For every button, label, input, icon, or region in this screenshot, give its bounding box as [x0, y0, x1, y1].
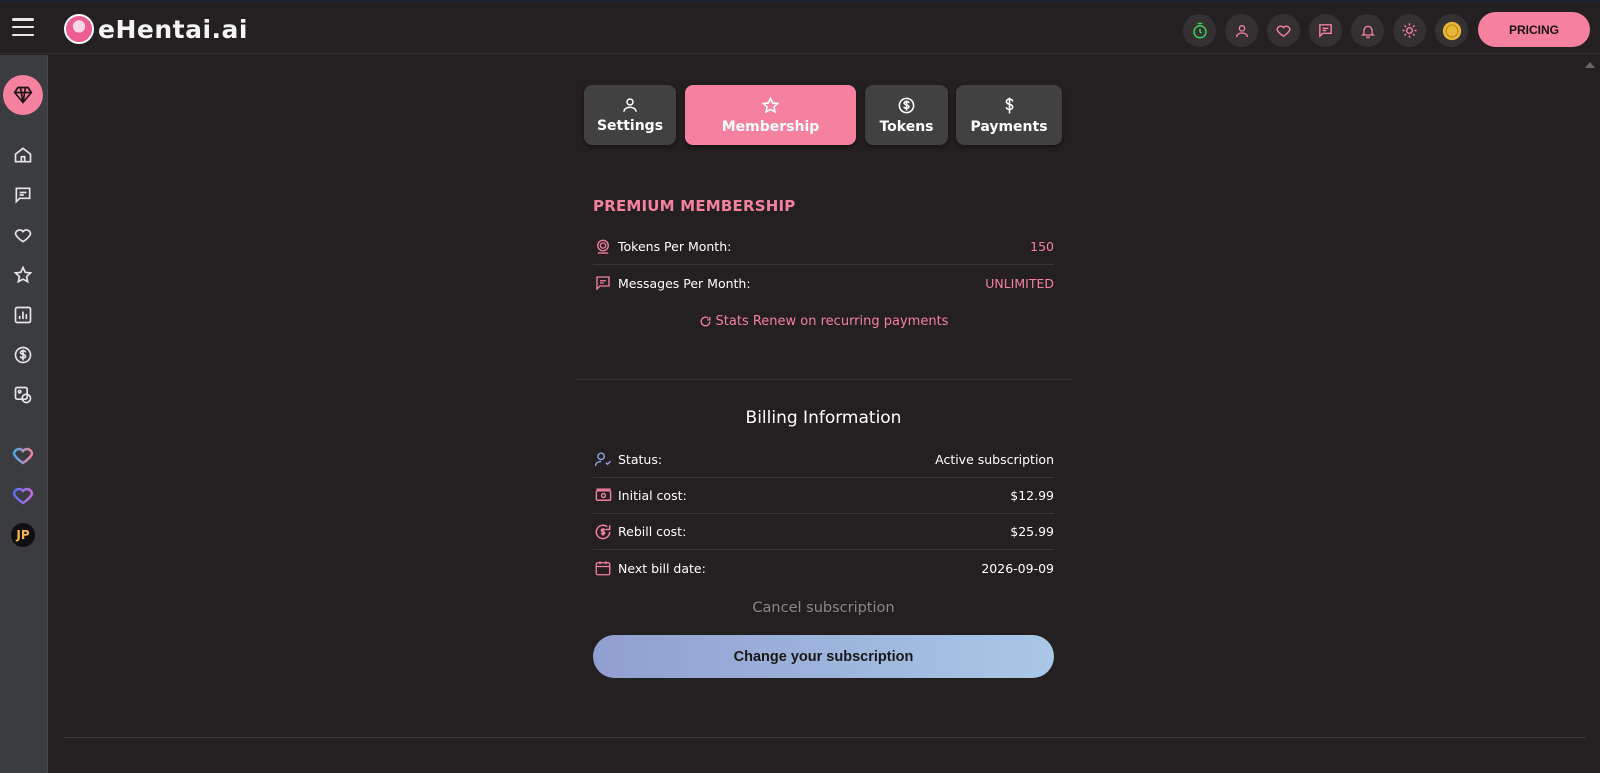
messages-per-month-row: Messages Per Month: UNLIMITED	[593, 265, 1054, 301]
status-row: Status: Active subscription	[593, 442, 1054, 478]
messages-value: UNLIMITED	[985, 275, 1054, 291]
heart-chat-icon[interactable]	[10, 442, 36, 468]
initial-cost-row: Initial cost: $12.99	[593, 478, 1054, 514]
status-label: Status:	[618, 452, 663, 467]
rebill-cost-value: $25.99	[1010, 524, 1054, 539]
initial-cost-label: Initial cost:	[618, 488, 687, 503]
dollar-icon[interactable]	[10, 342, 36, 368]
dollar-circle-icon	[898, 97, 915, 113]
sidebar: JP	[0, 55, 48, 773]
heart-icon[interactable]	[10, 222, 36, 248]
user-icon	[623, 98, 637, 112]
tokens-value: 150	[1030, 239, 1054, 254]
next-bill-label: Next bill date:	[618, 560, 706, 576]
bell-icon[interactable]	[1351, 14, 1384, 47]
change-subscription-button[interactable]: Change your subscription	[593, 635, 1054, 678]
tab-label: Payments	[970, 118, 1048, 135]
tab-label: Membership	[721, 118, 820, 135]
star-icon[interactable]	[10, 262, 36, 288]
header-icons	[1183, 14, 1468, 47]
diamond-icon[interactable]	[3, 75, 43, 115]
scroll-up-arrow-icon[interactable]	[1584, 60, 1596, 70]
logo-text: eHentai.ai	[98, 14, 248, 44]
next-bill-value: 2026-09-09	[981, 560, 1054, 576]
renew-note: Stats Renew on recurring payments	[593, 314, 1054, 329]
jp-badge[interactable]: JP	[10, 522, 36, 548]
footer-divider	[63, 737, 1586, 738]
section-divider	[576, 379, 1072, 380]
chart-icon[interactable]	[10, 302, 36, 328]
timer-icon[interactable]	[1183, 14, 1216, 47]
calendar-icon	[593, 558, 613, 578]
jp-badge-label: JP	[11, 523, 35, 547]
initial-cost-value: $12.99	[1010, 488, 1054, 503]
tab-settings[interactable]: Settings	[584, 85, 676, 145]
logo-avatar	[64, 14, 94, 44]
gallery-icon[interactable]	[10, 382, 36, 408]
home-icon[interactable]	[10, 142, 36, 168]
heart-icon[interactable]	[1267, 14, 1300, 47]
status-value: Active subscription	[935, 452, 1054, 467]
heart-gradient-icon[interactable]	[10, 482, 36, 508]
messages-label: Messages Per Month:	[618, 275, 751, 291]
rebill-icon	[593, 522, 613, 542]
refresh-icon	[700, 316, 711, 327]
coin-icon[interactable]	[1435, 14, 1468, 47]
membership-title: PREMIUM MEMBERSHIP	[593, 197, 796, 215]
message-icon	[593, 273, 613, 293]
rebill-cost-label: Rebill cost:	[618, 524, 687, 539]
menu-icon[interactable]	[12, 18, 34, 36]
next-bill-date-row: Next bill date: 2026-09-09	[593, 550, 1054, 586]
user-icon[interactable]	[1225, 14, 1258, 47]
rebill-cost-row: Rebill cost: $25.99	[593, 514, 1054, 550]
star-icon	[761, 95, 780, 113]
tab-tokens[interactable]: Tokens	[865, 85, 948, 145]
logo[interactable]: eHentai.ai	[64, 14, 248, 44]
money-icon	[593, 486, 613, 506]
billing-title: Billing Information	[745, 408, 902, 428]
tokens-label: Tokens Per Month:	[618, 239, 732, 254]
chat-icon[interactable]	[10, 182, 36, 208]
pricing-button[interactable]: PRICING	[1478, 12, 1590, 47]
tokens-per-month-row: Tokens Per Month: 150	[593, 229, 1054, 265]
cancel-subscription-link[interactable]: Cancel subscription	[593, 600, 1054, 616]
dollar-icon	[1005, 97, 1013, 113]
renew-text: Stats Renew on recurring payments	[715, 314, 949, 329]
tab-label: Settings	[596, 118, 664, 134]
user-check-icon	[593, 450, 613, 470]
tokens-icon	[593, 237, 613, 257]
tab-payments[interactable]: Payments	[956, 85, 1062, 145]
tab-membership[interactable]: Membership	[685, 85, 856, 145]
sun-icon[interactable]	[1393, 14, 1426, 47]
top-bar: eHentai.ai PRICING	[0, 0, 1600, 54]
chat-icon[interactable]	[1309, 14, 1342, 47]
tab-label: Tokens	[879, 118, 934, 135]
